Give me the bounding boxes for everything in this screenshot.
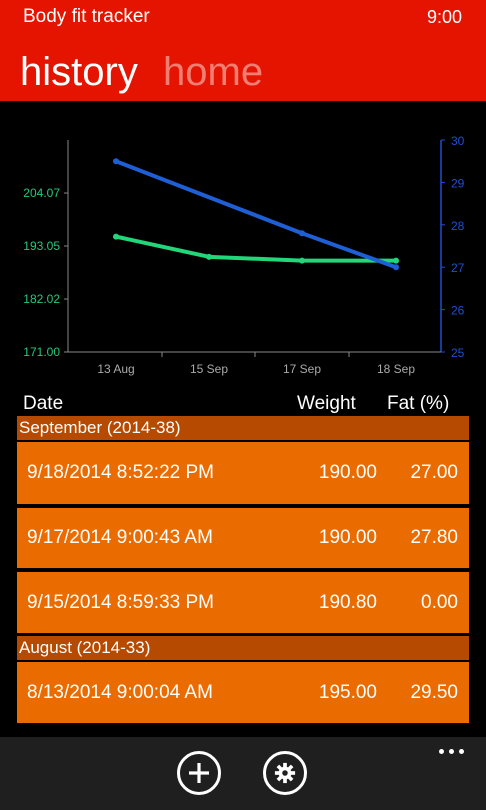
series-point-1: [299, 230, 305, 237]
more-icon: [439, 748, 444, 754]
column-header-date: Date: [23, 393, 64, 414]
app-bar: [0, 737, 486, 810]
series-point-1: [393, 264, 399, 271]
row-fat: 0.00: [421, 591, 458, 613]
y-left-tick-label: 182.02: [23, 292, 60, 306]
series-point-0: [393, 257, 399, 264]
y-right-tick-label: 28: [451, 219, 465, 233]
history-chart: 171.00 182.02 193.05 204.07 25 26 27 28 29 30 13 A…: [23, 134, 465, 376]
series-line-0: [114, 234, 398, 263]
x-tick-label: 17 Sep: [283, 362, 321, 376]
row-fat: 27.00: [410, 462, 458, 483]
y-right-tick-label: 26: [451, 304, 465, 318]
row-fat: 29.50: [410, 681, 458, 703]
row-weight: 190.00: [318, 527, 377, 548]
table-row[interactable]: 9/15/2014 8:59:33 PM 190.80 0.00: [17, 572, 469, 633]
y-right-tick-label: 25: [451, 346, 465, 360]
column-header-fat: Fat (%): [387, 393, 450, 414]
table-row[interactable]: 9/17/2014 9:00:43 AM 190.00 27.80: [17, 508, 469, 568]
row-date: 9/15/2014 8:59:33 PM: [27, 591, 214, 613]
settings-button[interactable]: [263, 751, 307, 795]
gear-icon: [274, 762, 296, 784]
app-header: Body fit tracker 9:00 history home: [0, 0, 486, 101]
group-header-august: August (2014-33): [17, 636, 469, 660]
row-weight: 190.80: [318, 591, 377, 613]
add-button[interactable]: [177, 751, 221, 795]
add-icon: [189, 763, 209, 783]
y-right-tick-label: 29: [451, 176, 465, 190]
y-left-tick-label: 204.07: [23, 186, 60, 200]
row-date: 8/13/2014 9:00:04 AM: [27, 681, 213, 703]
y-right-tick-label: 27: [451, 261, 465, 275]
series-point-1: [113, 158, 119, 165]
status-clock: 9:00: [426, 7, 462, 27]
series-line-1: [114, 159, 398, 270]
row-date: 9/17/2014 9:00:43 AM: [27, 527, 213, 548]
series-point-0: [299, 257, 305, 264]
column-header-weight: Weight: [297, 393, 356, 414]
more-button[interactable]: [439, 741, 464, 761]
row-fat: 27.80: [410, 527, 458, 548]
row-date: 9/18/2014 8:52:22 PM: [27, 462, 214, 483]
group-header-september: September (2014-38): [17, 416, 469, 440]
y-left-tick-label: 193.05: [23, 239, 60, 253]
series-point-0: [206, 253, 212, 260]
series-point-0: [113, 233, 119, 240]
x-tick-label: 15 Sep: [190, 362, 228, 376]
tab-history[interactable]: history: [20, 48, 138, 96]
y-left-tick-label: 171.00: [23, 345, 60, 359]
x-tick-label: 18 Sep: [377, 362, 415, 376]
table-row[interactable]: 8/13/2014 9:00:04 AM 195.00 29.50: [17, 662, 469, 723]
x-tick-label: 13 Aug: [97, 362, 134, 376]
more-icon: [449, 748, 454, 754]
y-right-tick-label: 30: [451, 134, 465, 148]
more-icon: [459, 748, 464, 754]
table-row[interactable]: 9/18/2014 8:52:22 PM 190.00 27.00: [17, 442, 469, 504]
app-title: Body fit tracker: [23, 6, 150, 27]
row-weight: 190.00: [318, 462, 377, 483]
row-weight: 195.00: [318, 681, 377, 703]
tab-home[interactable]: home: [163, 48, 263, 96]
